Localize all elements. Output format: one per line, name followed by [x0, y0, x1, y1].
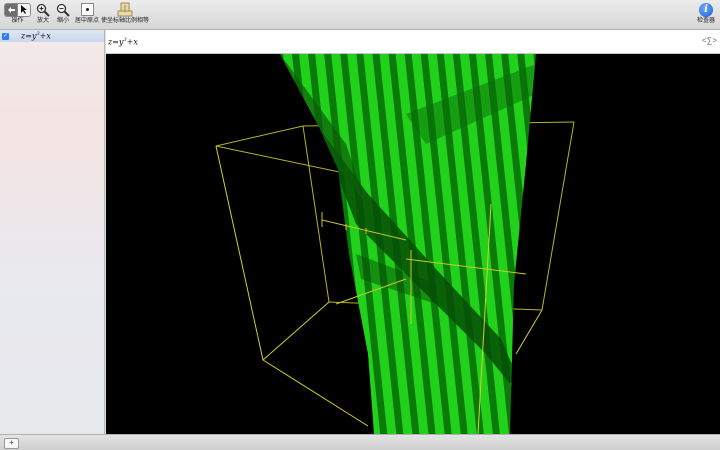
formula-editor[interactable]: z=y3+x <∑> [106, 30, 720, 54]
zoom-in-icon[interactable] [36, 2, 50, 17]
zoom-out-icon[interactable] [56, 2, 70, 17]
bottom-bar: + [0, 434, 720, 450]
plot-canvas[interactable] [106, 54, 720, 434]
equation-sidebar: ✓ z=y3+x [0, 30, 105, 434]
rotate-hand-icon[interactable] [5, 3, 17, 16]
info-icon[interactable]: i [699, 2, 713, 17]
zoom-out-tool[interactable]: 缩小 [56, 2, 70, 29]
surface-plot-svg [215, 54, 575, 434]
grapher-window: 操作 放大 缩小 居中原点 使坐标轴比例相等 i 检查器 ✓ z=y3+x z=… [0, 0, 720, 450]
equal-axes-tool[interactable]: 使坐标轴比例相等 [101, 2, 149, 29]
operate-segmented-control[interactable] [4, 2, 31, 17]
equation-list-item[interactable]: ✓ z=y3+x [0, 30, 104, 42]
equal-axes-label: 使坐标轴比例相等 [101, 18, 150, 24]
inspector-label: 检查器 [697, 18, 716, 24]
surface-z-equals-y-cubed-plus-x [280, 54, 536, 434]
formula-equation[interactable]: z=y3+x [108, 37, 138, 47]
inspector-tool[interactable]: i 检查器 [697, 2, 715, 29]
operate-tool[interactable]: 操作 [4, 2, 31, 29]
zoom-in-label: 放大 [36, 18, 49, 24]
pointer-arrow-icon[interactable] [17, 3, 30, 16]
center-origin-label: 居中原点 [75, 18, 100, 24]
zoom-out-label: 缩小 [56, 18, 69, 24]
operate-label: 操作 [11, 18, 24, 24]
center-origin-tool[interactable]: 居中原点 [75, 2, 99, 29]
center-origin-icon[interactable] [80, 3, 94, 16]
toolbar: 操作 放大 缩小 居中原点 使坐标轴比例相等 i 检查器 [0, 0, 720, 30]
equation-palette-icon[interactable]: <∑> [702, 36, 717, 45]
sidebar-equation-label: z=y3+x [21, 31, 51, 41]
add-equation-button[interactable]: + [4, 438, 19, 449]
equal-axes-icon[interactable] [117, 2, 133, 17]
equation-visible-checkbox[interactable]: ✓ [2, 32, 9, 40]
zoom-in-tool[interactable]: 放大 [36, 2, 50, 29]
